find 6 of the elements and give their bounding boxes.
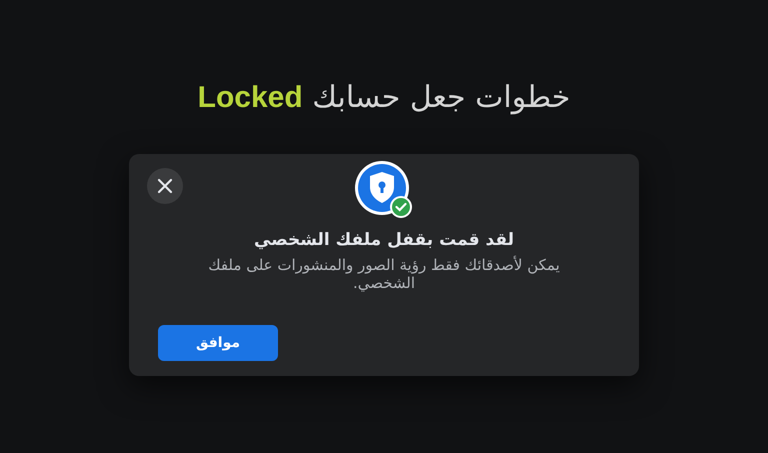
shield-lock-icon: [354, 160, 414, 220]
dialog-message: يمكن لأصدقائك فقط رؤية الصور والمنشورات على ملفك الشخصي.: [207, 256, 561, 293]
dialog-title: لقد قمت بقفل ملفك الشخصي: [253, 229, 515, 252]
close-icon: [157, 178, 173, 194]
ok-button[interactable]: موافق: [158, 325, 278, 361]
close-button[interactable]: [147, 168, 183, 204]
